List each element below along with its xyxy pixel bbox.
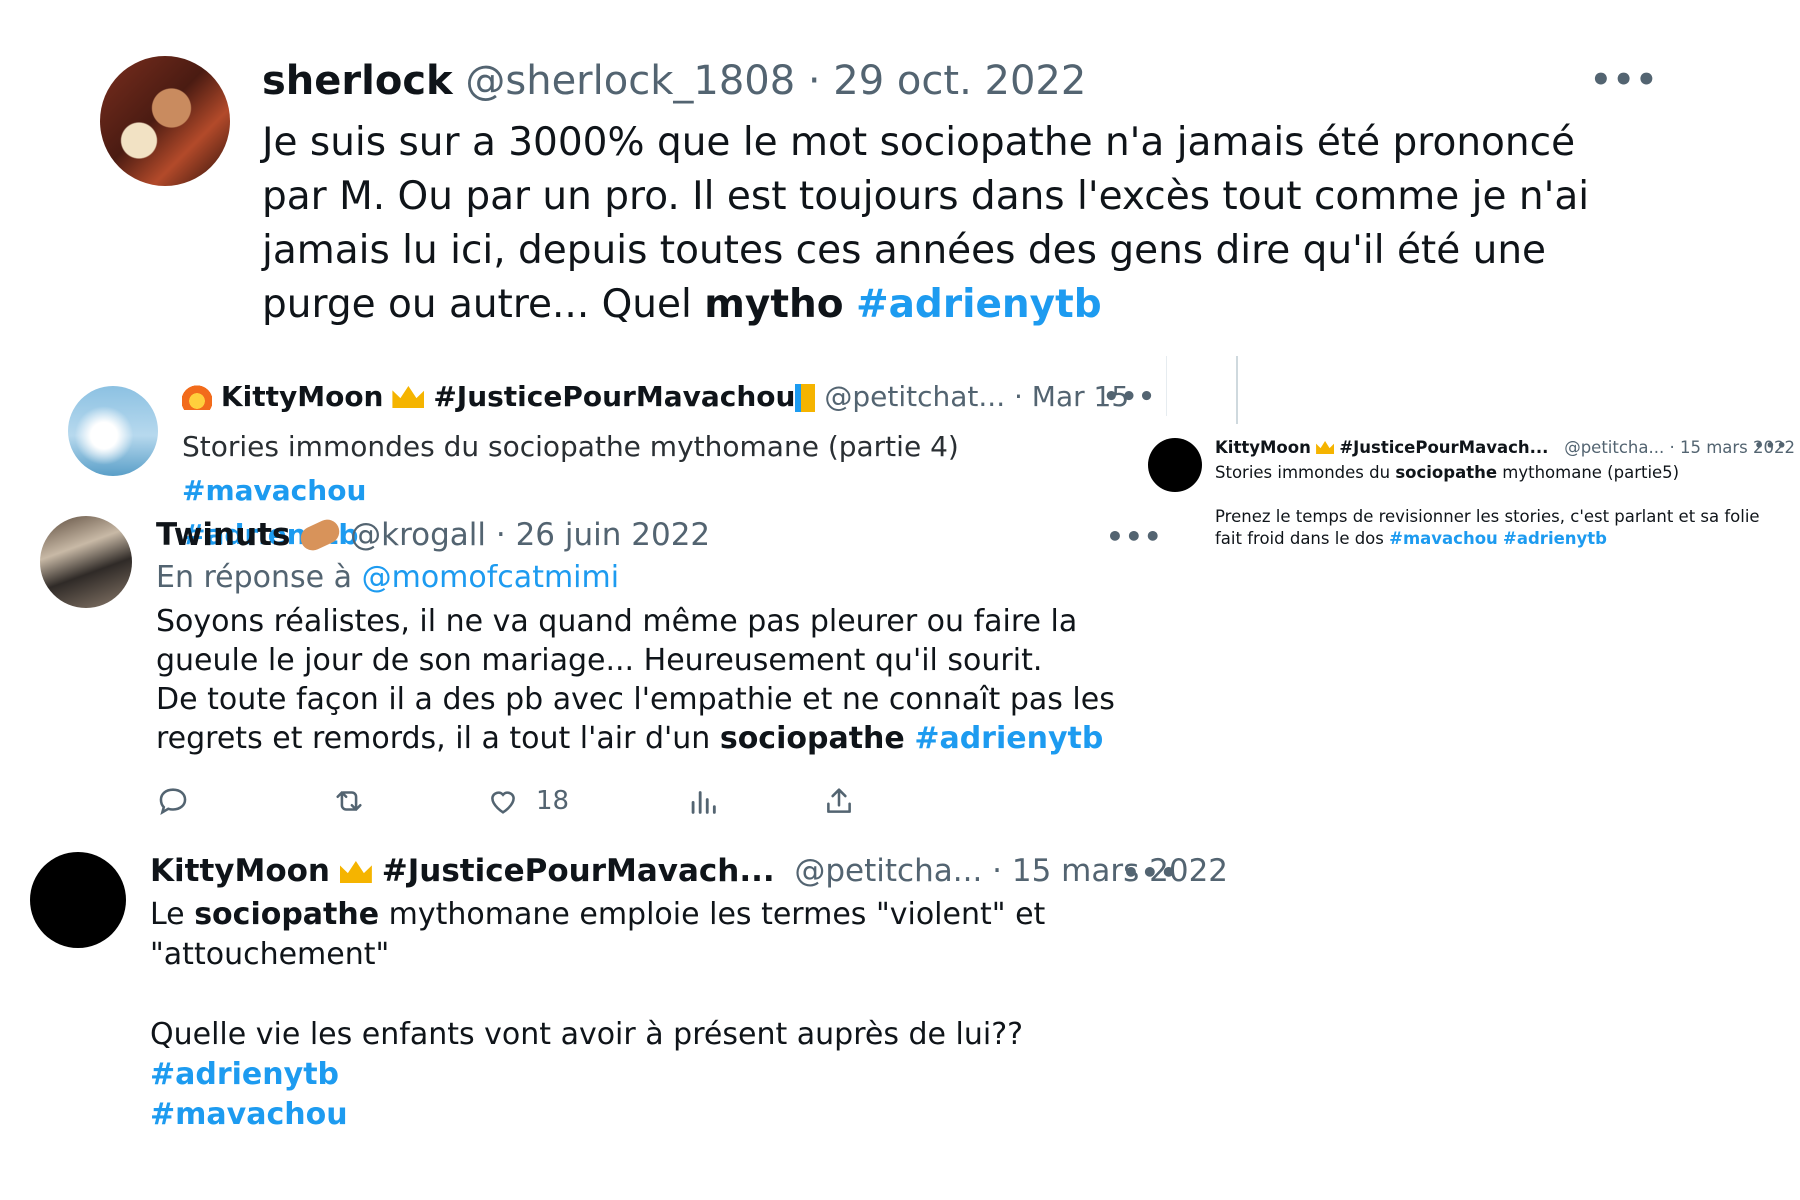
text-segment: mythomane (partie5) [1497, 463, 1680, 482]
more-options-icon[interactable]: ••• [1106, 520, 1163, 553]
tweet-line: Stories immondes du sociopathe mythomane… [1215, 462, 1775, 484]
hashtag-link[interactable]: #mavachou [1389, 529, 1498, 548]
tweet-header: KittyMoon #JusticePourMavachou @petitcha… [182, 380, 1129, 413]
like-button[interactable]: 18 [486, 784, 569, 818]
action-bar: 18 [156, 784, 1016, 824]
like-count: 18 [536, 786, 570, 816]
tweet-text: Soyons réalistes, il ne va quand même pa… [156, 602, 1156, 758]
retweet-icon [331, 784, 367, 818]
reply-handle-link[interactable]: @momofcatmimi [362, 560, 619, 595]
tweet-text: Le sociopathe mythomane emploie les term… [150, 895, 1130, 1135]
display-name-tag[interactable]: #JusticePourMavach... [1339, 438, 1548, 457]
heart-icon [486, 784, 520, 818]
hashtag-link[interactable]: #mavachou [182, 474, 366, 507]
avatar[interactable] [100, 56, 230, 186]
share-button[interactable] [822, 784, 856, 818]
more-options-icon[interactable]: ••• [1590, 60, 1658, 100]
more-options-icon[interactable]: ••• [1103, 382, 1156, 412]
handle[interactable]: @petitchat... [824, 380, 1005, 413]
handle-and-date[interactable]: @sherlock_1808 · 29 oct. 2022 [465, 58, 1086, 104]
tweet-text: Je suis sur a 3000% que le mot sociopath… [262, 116, 1642, 332]
tweet-header: KittyMoon #JusticePourMavach... @petitch… [150, 853, 1228, 889]
tweet-text: Stories immondes du sociopathe mythomane… [1215, 462, 1775, 550]
text-segment: Quelle vie les enfants vont avoir à prés… [150, 1017, 1024, 1052]
tweet-text-bold: mytho [704, 282, 844, 327]
display-name[interactable]: KittyMoon [150, 853, 330, 889]
text-segment: Le [150, 897, 195, 932]
crown-emoji-icon [1316, 441, 1335, 454]
tweet-line: Prenez le temps de revisionner les stori… [1215, 506, 1775, 550]
views-icon [686, 784, 720, 818]
text-bold: sociopathe [194, 897, 380, 932]
tweet-line: Le sociopathe mythomane emploie les term… [150, 895, 1130, 975]
reply-button[interactable] [156, 784, 190, 818]
fire-emoji-icon [182, 380, 212, 410]
flag-emoji-icon [795, 384, 816, 412]
hashtag-link[interactable]: #adrienytb [150, 1057, 339, 1092]
hashtag-link[interactable]: #adrienytb [1503, 529, 1607, 548]
share-icon [822, 784, 856, 818]
hashtag-link[interactable]: #adrienytb [856, 282, 1102, 327]
more-options-icon[interactable]: ••• [1122, 856, 1179, 889]
avatar[interactable] [68, 386, 158, 476]
display-name[interactable]: sherlock [262, 58, 453, 104]
handle[interactable]: @petitcha... [794, 853, 982, 889]
display-name[interactable]: KittyMoon [1215, 438, 1311, 457]
display-name-tag[interactable]: #JusticePourMavach... [382, 853, 775, 889]
text-bold: sociopathe [1395, 463, 1498, 482]
more-options-icon[interactable]: ••• [1754, 436, 1788, 455]
divider [1236, 356, 1238, 424]
reply-context: En réponse à @momofcatmimi [156, 560, 619, 595]
peanut-emoji-icon [297, 515, 344, 555]
display-name-tag[interactable]: #JusticePourMavachou [433, 380, 795, 413]
avatar[interactable] [30, 852, 126, 948]
avatar[interactable] [1148, 438, 1202, 492]
crown-emoji-icon [339, 861, 372, 883]
handle-and-date[interactable]: @krogall · 26 juin 2022 [350, 517, 710, 553]
tweet-text-main: Stories immondes du sociopathe mythomane… [182, 430, 959, 463]
retweet-button[interactable] [331, 784, 367, 818]
crown-emoji-icon [392, 386, 425, 408]
reply-icon [156, 784, 190, 818]
display-name[interactable]: KittyMoon [221, 380, 384, 413]
hashtag-link[interactable]: #mavachou [150, 1097, 348, 1132]
tweet-text-bold: sociopathe [719, 721, 905, 756]
date[interactable]: · 15 mars 2022 [992, 853, 1228, 889]
views-button[interactable] [686, 784, 720, 818]
tweet-header: sherlock @sherlock_1808 · 29 oct. 2022 [262, 58, 1086, 104]
tweet-header: KittyMoon #JusticePourMavach... @petitch… [1215, 438, 1795, 457]
display-name[interactable]: Twinuts [156, 517, 290, 553]
handle[interactable]: @petitcha... [1564, 438, 1664, 457]
hashtag-link[interactable]: #adrienytb [914, 721, 1103, 756]
tweet-line: Quelle vie les enfants vont avoir à prés… [150, 1015, 1130, 1135]
text-segment: Stories immondes du [1215, 463, 1396, 482]
avatar[interactable] [40, 516, 132, 608]
reply-prefix: En réponse à [156, 560, 362, 595]
divider [1166, 356, 1167, 416]
tweet-header: Twinuts @krogall · 26 juin 2022 [156, 515, 710, 555]
